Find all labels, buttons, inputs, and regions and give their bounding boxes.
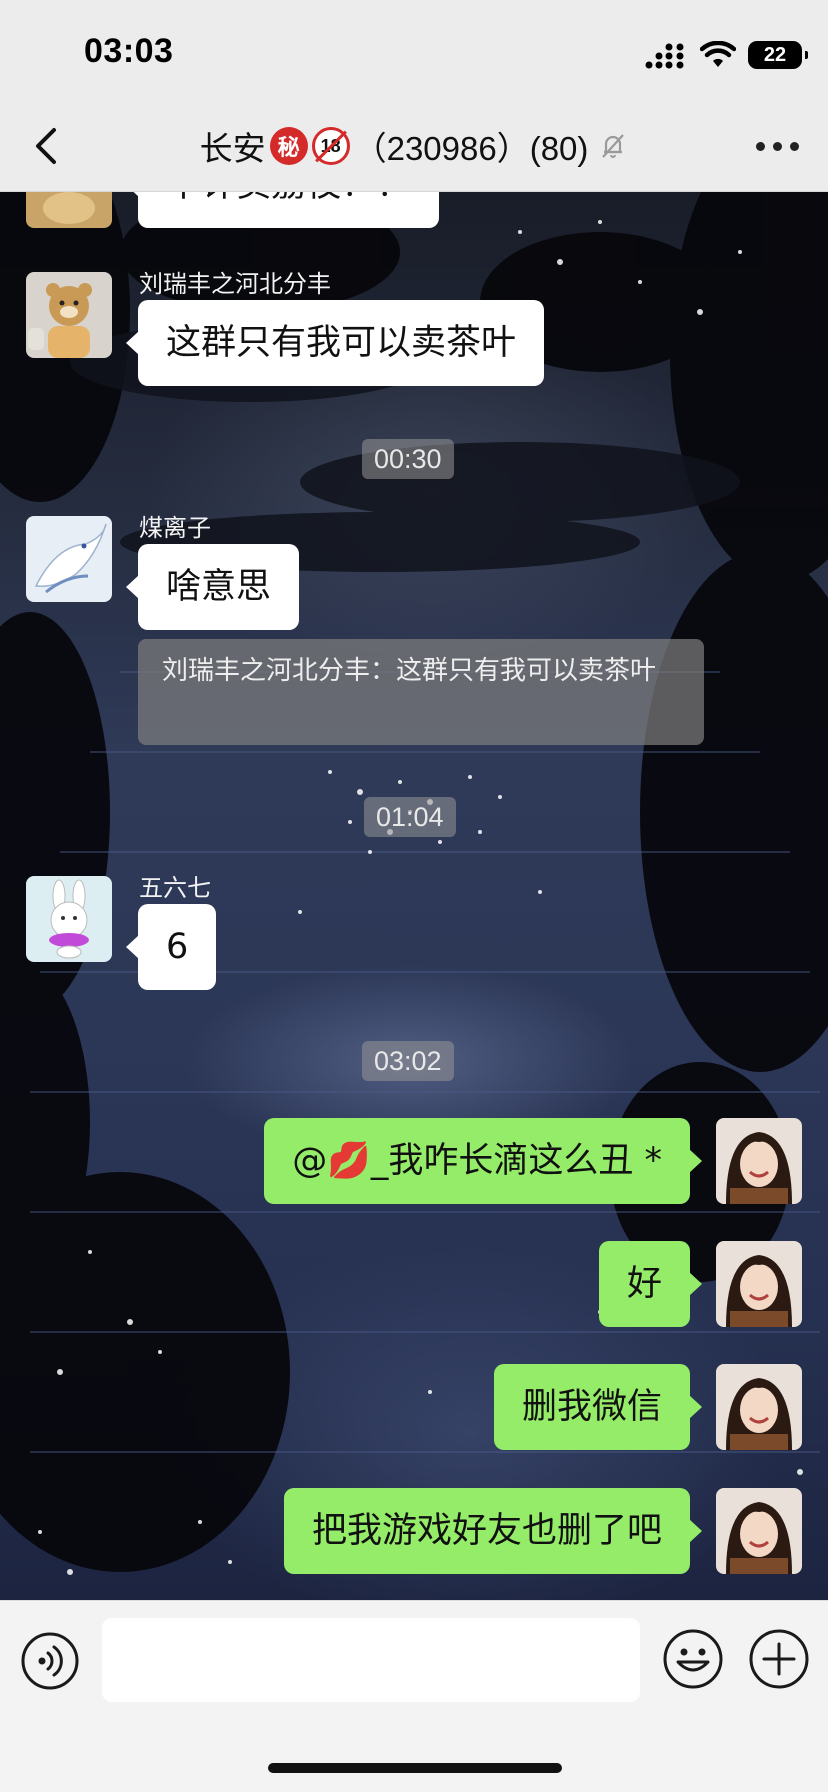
avatar-white-fox[interactable] xyxy=(26,516,112,602)
message-input[interactable] xyxy=(102,1618,640,1702)
avatar-teddy-bear[interactable] xyxy=(26,272,112,358)
home-indicator xyxy=(268,1763,562,1773)
status-time: 03:03 xyxy=(84,32,174,70)
sender-name: 煤离子 xyxy=(139,514,211,542)
mention-text: _我咋长滴这么丑 * xyxy=(370,1141,662,1181)
background-scene xyxy=(0,192,828,1575)
battery-indicator: 22 xyxy=(748,41,808,69)
dot xyxy=(756,141,765,151)
wifi-icon xyxy=(700,41,736,67)
chat-title: 长安 秘 18 （230986）(80) xyxy=(0,122,828,170)
timestamp: 01:04 xyxy=(364,797,456,837)
avatar-self[interactable] xyxy=(716,1118,802,1204)
mute-bell-icon xyxy=(602,134,625,158)
sender-name: 刘瑞丰之河北分丰 xyxy=(139,270,331,298)
outgoing-message-bubble[interactable]: 把我游戏好友也删了吧 xyxy=(283,1488,703,1574)
message-bubble-partial[interactable]: 不许卖荔枝！！ xyxy=(125,192,440,228)
no-under-18-badge: 18 xyxy=(311,127,350,165)
avatar-self[interactable] xyxy=(716,1488,802,1574)
message-bubble[interactable]: 这群只有我可以卖茶叶 xyxy=(125,300,545,386)
message-bubble[interactable]: 6 xyxy=(125,904,217,990)
dot xyxy=(790,141,799,151)
emoji-icon[interactable] xyxy=(662,1628,724,1690)
kiss-emoji: 💋 xyxy=(327,1141,371,1181)
plus-icon[interactable] xyxy=(748,1628,810,1690)
dot xyxy=(773,141,782,151)
sender-name: 五六七 xyxy=(139,874,211,902)
avatar-partial xyxy=(26,192,112,228)
avatar-self[interactable] xyxy=(716,1364,802,1450)
quoted-message[interactable]: 刘瑞丰之河北分丰：这群只有我可以卖茶叶 xyxy=(138,639,704,745)
outgoing-message-bubble[interactable]: 好 xyxy=(598,1241,703,1327)
timestamp: 03:02 xyxy=(362,1041,454,1081)
partial-message-clip: 不许卖荔枝！！ xyxy=(0,192,828,242)
voice-icon[interactable] xyxy=(20,1631,80,1691)
group-id: （230986）(80) xyxy=(353,130,589,167)
secret-badge: 秘 xyxy=(269,127,308,165)
more-dots-icon[interactable] xyxy=(756,136,800,156)
outgoing-message-bubble[interactable]: @💋_我咋长滴这么丑 * xyxy=(264,1118,702,1204)
chat-background xyxy=(0,192,828,1600)
group-name: 长安 xyxy=(199,130,266,167)
top-bar: 03:03 22 长安 秘 18 （230986）(80) xyxy=(0,0,828,192)
cellular-signal-icon xyxy=(645,43,684,69)
timestamp: 00:30 xyxy=(362,439,454,479)
avatar-bunny[interactable] xyxy=(26,876,112,962)
message-bubble[interactable]: 啥意思 xyxy=(125,544,300,630)
avatar-self[interactable] xyxy=(716,1241,802,1327)
outgoing-message-bubble[interactable]: 删我微信 xyxy=(493,1364,703,1450)
mention-symbol: @ xyxy=(292,1141,328,1181)
status-icons: 22 xyxy=(644,38,808,72)
